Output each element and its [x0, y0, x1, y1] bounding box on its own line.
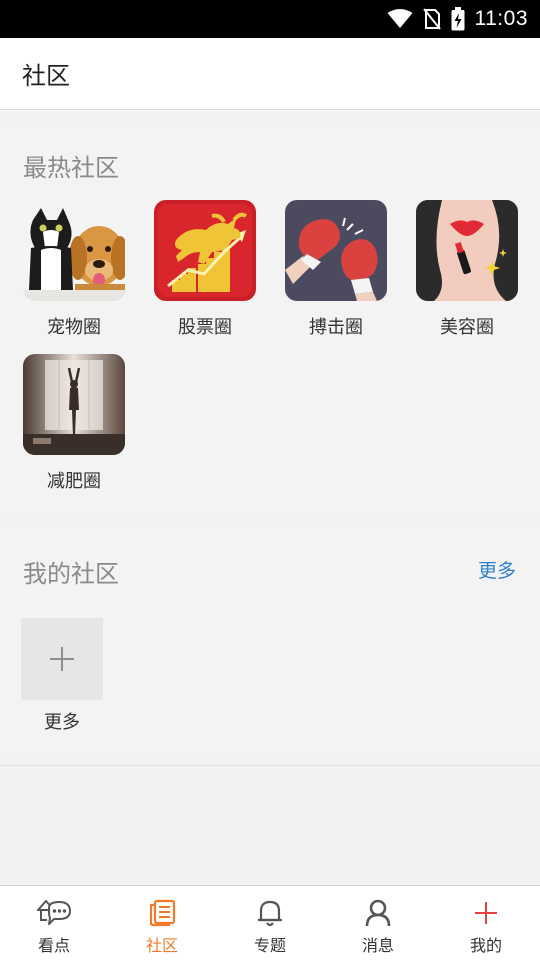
plus-icon	[50, 647, 74, 671]
person-icon	[365, 899, 391, 927]
bull-stock-chart-icon	[154, 200, 256, 301]
community-tile-pets[interactable]: 宠物圈	[23, 200, 125, 339]
battery-charging-icon	[451, 7, 464, 31]
bottom-nav: 看点 社区 专题 消息 我的	[0, 885, 540, 960]
section-title-hot: 最热社区	[23, 154, 119, 182]
community-tile-beauty[interactable]: 美容圈	[416, 200, 518, 339]
divider	[0, 765, 540, 766]
status-bar: 11:03	[0, 0, 540, 38]
no-sim-icon	[422, 8, 441, 30]
community-label: 搏击圈	[309, 317, 363, 338]
community-tile-stocks[interactable]: 股票圈	[154, 200, 256, 339]
nav-label: 看点	[37, 936, 70, 955]
silhouette-window-photo	[23, 354, 125, 455]
page-title: 社区	[22, 62, 70, 90]
bell-icon	[258, 900, 282, 927]
community-label: 宠物圈	[47, 317, 101, 338]
app-header: 社区	[0, 38, 540, 110]
nav-item-topics[interactable]: 专题	[216, 886, 324, 960]
lipstick-icon	[416, 200, 518, 301]
nav-item-mine[interactable]: 我的	[432, 886, 540, 960]
nav-label: 消息	[361, 936, 394, 955]
nav-label: 专题	[253, 936, 286, 955]
add-community-button[interactable]	[21, 618, 103, 700]
nav-item-community[interactable]: 社区	[108, 886, 216, 960]
plus-icon	[475, 902, 497, 924]
community-label: 美容圈	[440, 317, 494, 338]
boxing-glove-icon	[285, 200, 387, 301]
community-label: 减肥圈	[47, 471, 101, 492]
community-label: 股票圈	[178, 317, 232, 338]
pets-photo	[23, 200, 125, 301]
document-icon	[149, 899, 176, 927]
section-title-mine: 我的社区	[23, 560, 119, 588]
nav-item-kandian[interactable]: 看点	[0, 886, 108, 960]
add-community-label: 更多	[44, 712, 80, 733]
community-tile-weight-loss[interactable]: 减肥圈	[23, 354, 125, 493]
nav-label: 社区	[145, 936, 178, 955]
wifi-icon	[387, 9, 412, 28]
my-communities-section: 我的社区 更多 更多	[0, 526, 540, 755]
add-community-tile[interactable]: 更多	[21, 618, 103, 734]
hot-communities-section: 最热社区 宠物圈 股票圈 搏击圈 美容圈 减肥圈	[0, 122, 540, 516]
nav-item-messages[interactable]: 消息	[324, 886, 432, 960]
community-tile-boxing[interactable]: 搏击圈	[285, 200, 387, 339]
nav-label: 我的	[469, 936, 502, 955]
chat-bubble-icon	[37, 900, 71, 925]
more-link[interactable]: 更多	[478, 556, 516, 583]
status-time: 11:03	[474, 7, 528, 30]
